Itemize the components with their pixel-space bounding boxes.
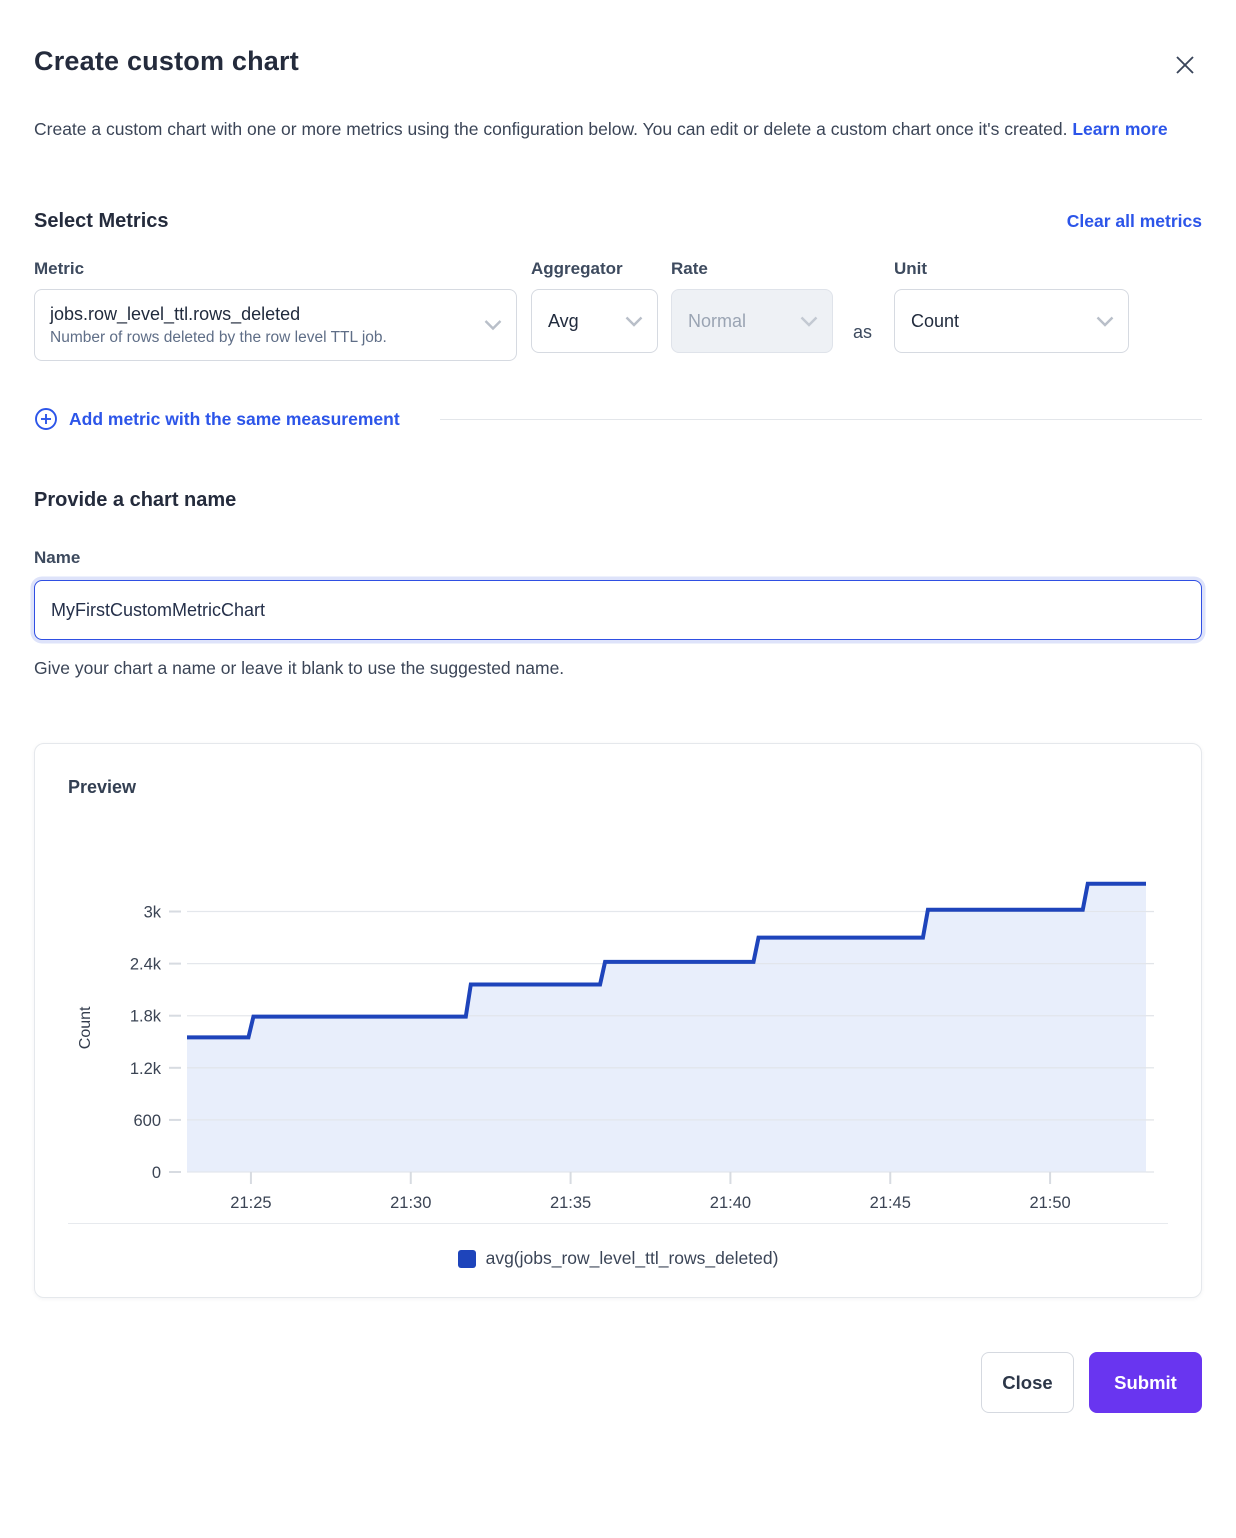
y-axis-tick-label: 2.4k [130, 956, 162, 974]
y-axis-tick-label: 1.8k [130, 1008, 162, 1026]
preview-chart-svg: 0 600 1.2k 1.8k 2.4k 3k 21:25 21:30 21:35 21:40 21… [68, 812, 1170, 1219]
series-area [187, 884, 1146, 1172]
select-metrics-header: Select Metrics Clear all metrics [34, 210, 1202, 233]
preview-heading: Preview [68, 777, 1168, 798]
preview-card: Preview 0 600 1.2k 1.8k 2.4k 3k 21:25 21:30 21:3… [34, 743, 1202, 1298]
metric-select[interactable]: jobs.row_level_ttl.rows_deleted Number o… [34, 289, 517, 361]
add-metric-button[interactable]: Add metric with the same measurement [34, 407, 400, 431]
metric-select-description: Number of rows deleted by the row level … [50, 329, 387, 347]
x-axis-tick-label: 21:45 [870, 1194, 911, 1212]
rate-select: Normal [671, 289, 833, 353]
rate-select-value: Normal [688, 311, 746, 332]
close-button[interactable]: Close [981, 1352, 1074, 1413]
y-axis-tick-label: 600 [133, 1112, 161, 1130]
metric-config-row: Metric jobs.row_level_ttl.rows_deleted N… [34, 259, 1202, 361]
close-x-glyph [1174, 54, 1196, 76]
x-axis-tick-label: 21:40 [710, 1194, 751, 1212]
x-axis-tick-label: 21:50 [1029, 1194, 1070, 1212]
name-helper-text: Give your chart a name or leave it blank… [34, 658, 1202, 679]
create-custom-chart-modal: Create custom chart Create a custom char… [0, 0, 1236, 1449]
modal-footer: Close Submit [34, 1352, 1202, 1449]
add-metric-label: Add metric with the same measurement [69, 409, 400, 430]
y-axis-tick-label: 0 [152, 1164, 161, 1182]
chevron-down-icon [1096, 316, 1114, 327]
unit-select[interactable]: Count [894, 289, 1129, 353]
modal-description: Create a custom chart with one or more m… [34, 110, 1184, 148]
chart-name-input[interactable] [34, 580, 1202, 640]
y-axis-title: Count [77, 1006, 94, 1049]
aggregator-column: Aggregator Avg [531, 259, 658, 353]
x-axis-tick-label: 21:25 [230, 1194, 271, 1212]
unit-select-value: Count [911, 311, 959, 332]
modal-header: Create custom chart [34, 34, 1202, 82]
plus-circle-icon [34, 407, 58, 431]
submit-button[interactable]: Submit [1089, 1352, 1202, 1413]
chart-name-heading: Provide a chart name [34, 489, 1202, 512]
x-axis-tick-label: 21:35 [550, 1194, 591, 1212]
chevron-down-icon [484, 320, 502, 331]
x-axis-tick-label: 21:30 [390, 1194, 431, 1212]
legend-label: avg(jobs_row_level_ttl_rows_deleted) [486, 1248, 779, 1269]
unit-label: Unit [894, 259, 1129, 279]
aggregator-select[interactable]: Avg [531, 289, 658, 353]
add-metric-row: Add metric with the same measurement [34, 407, 1202, 431]
legend-swatch [458, 1250, 476, 1268]
rate-label: Rate [671, 259, 833, 279]
name-label: Name [34, 548, 1202, 568]
rate-column: Rate Normal [671, 259, 833, 353]
close-icon[interactable] [1168, 48, 1202, 82]
metric-label: Metric [34, 259, 517, 279]
divider [440, 419, 1202, 420]
y-axis-tick-label: 1.2k [130, 1060, 162, 1078]
y-axis-tick-label: 3k [144, 904, 162, 922]
chevron-down-icon [625, 316, 643, 327]
learn-more-link[interactable]: Learn more [1072, 119, 1167, 139]
page-title: Create custom chart [34, 34, 299, 77]
chevron-down-icon [800, 316, 818, 327]
unit-column: Unit Count [894, 259, 1129, 353]
metric-column: Metric jobs.row_level_ttl.rows_deleted N… [34, 259, 517, 361]
aggregator-label: Aggregator [531, 259, 658, 279]
clear-all-metrics-link[interactable]: Clear all metrics [1067, 211, 1202, 232]
select-metrics-heading: Select Metrics [34, 210, 169, 233]
description-text: Create a custom chart with one or more m… [34, 119, 1067, 139]
as-text: as [833, 322, 894, 361]
metric-select-value: jobs.row_level_ttl.rows_deleted [50, 304, 300, 325]
aggregator-select-value: Avg [548, 311, 579, 332]
chart-legend: avg(jobs_row_level_ttl_rows_deleted) [68, 1224, 1168, 1297]
preview-chart: 0 600 1.2k 1.8k 2.4k 3k 21:25 21:30 21:35 21:40 21… [68, 812, 1168, 1219]
